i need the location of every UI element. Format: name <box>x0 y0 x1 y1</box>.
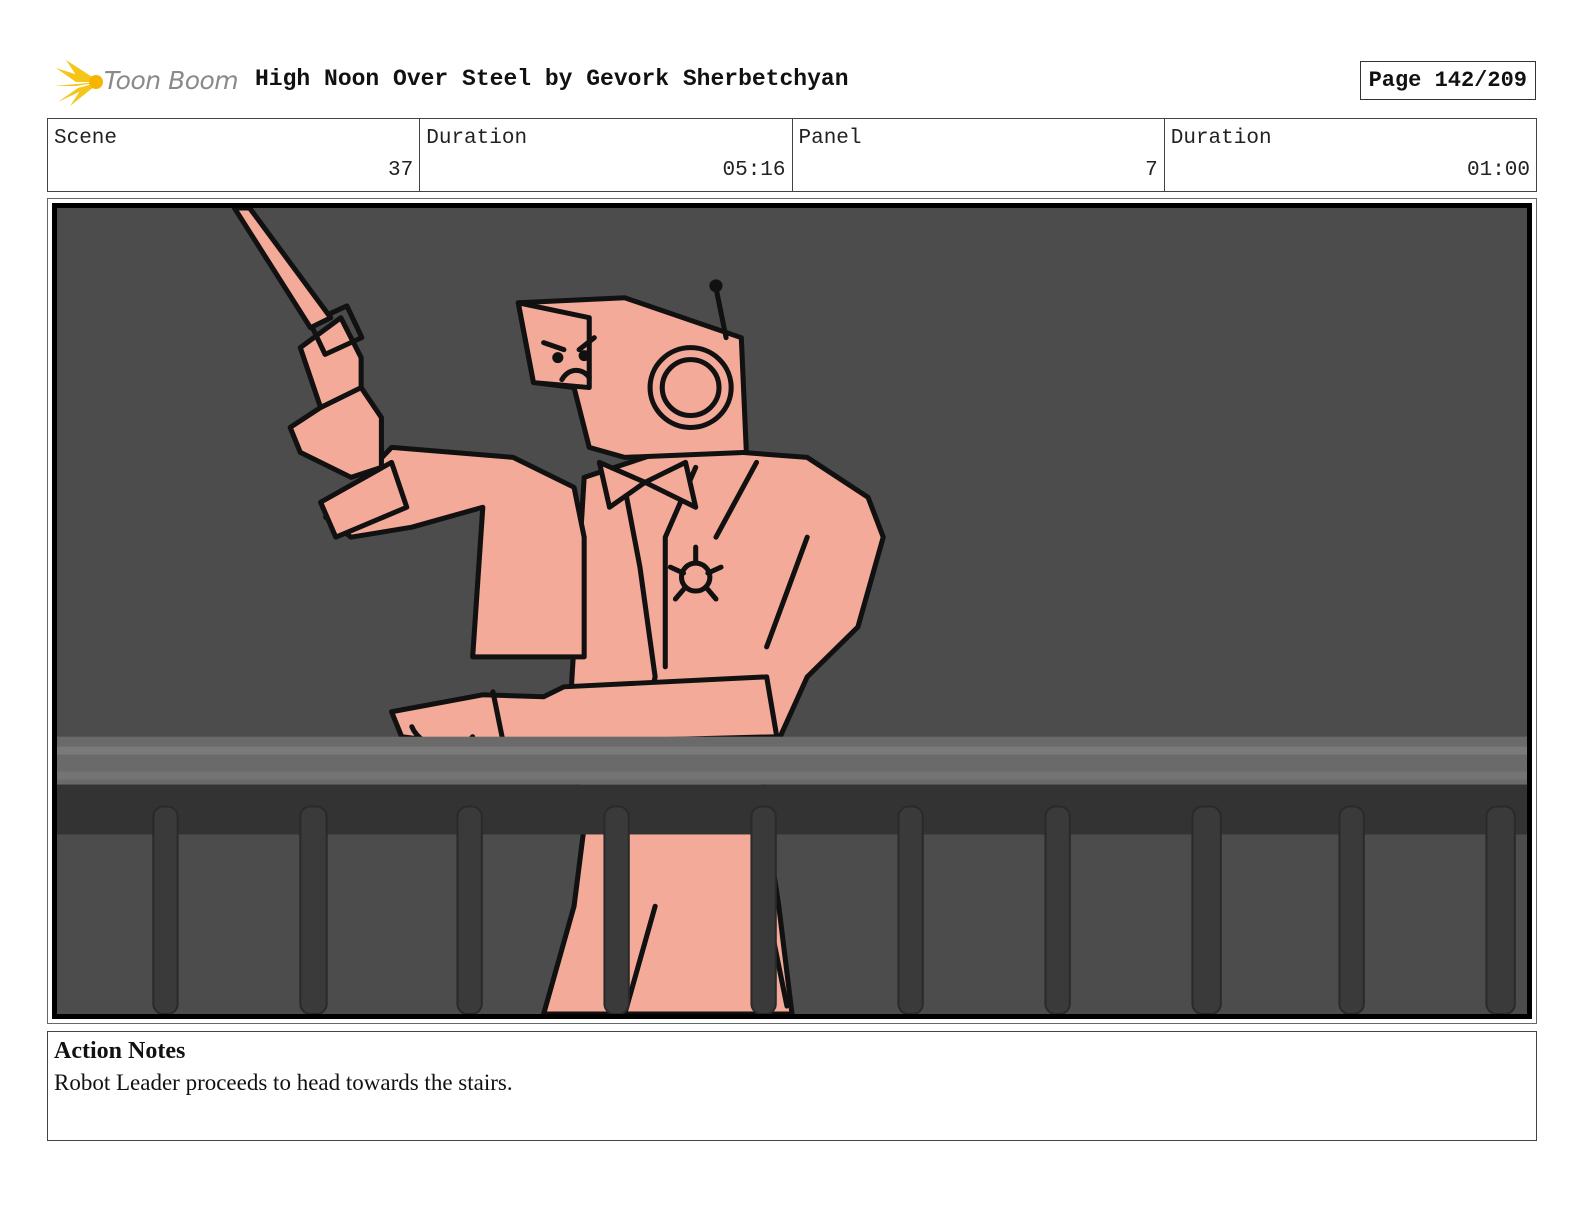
logo-text: Toon Boom <box>104 66 239 95</box>
panel-label: Panel <box>798 127 862 150</box>
scene-duration-label: Duration <box>426 127 528 150</box>
starburst-icon <box>54 60 103 106</box>
storyboard-panel-image <box>52 203 1532 1019</box>
scene-cell: Scene 37 <box>48 119 421 191</box>
panel-drawing <box>57 208 1527 1014</box>
panel-duration-cell: Duration 01:00 <box>1165 119 1536 191</box>
panel-cell: Panel 7 <box>793 119 1165 191</box>
toon-boom-logo: Toon Boom <box>52 56 242 108</box>
panel-value: 7 <box>1145 159 1158 182</box>
scene-info-table: Scene 37 Duration 05:16 Panel 7 Duration… <box>47 118 1537 192</box>
action-notes-box: Action Notes Robot Leader proceeds to he… <box>47 1031 1537 1141</box>
document-title: High Noon Over Steel by Gevork Sherbetch… <box>255 66 849 92</box>
page-header: Toon Boom High Noon Over Steel by Gevork… <box>52 52 1536 108</box>
scene-label: Scene <box>54 127 118 150</box>
scene-duration-value: 05:16 <box>722 159 786 182</box>
scene-value: 37 <box>388 159 414 182</box>
storyboard-panel-frame <box>47 198 1537 1024</box>
panel-duration-value: 01:00 <box>1466 159 1530 182</box>
action-notes-text: Robot Leader proceeds to head towards th… <box>54 1070 513 1095</box>
action-notes-title: Action Notes <box>54 1038 186 1064</box>
scene-duration-cell: Duration 05:16 <box>420 119 793 191</box>
panel-duration-label: Duration <box>1170 127 1272 150</box>
page-number: Page 142/209 <box>1359 61 1536 100</box>
